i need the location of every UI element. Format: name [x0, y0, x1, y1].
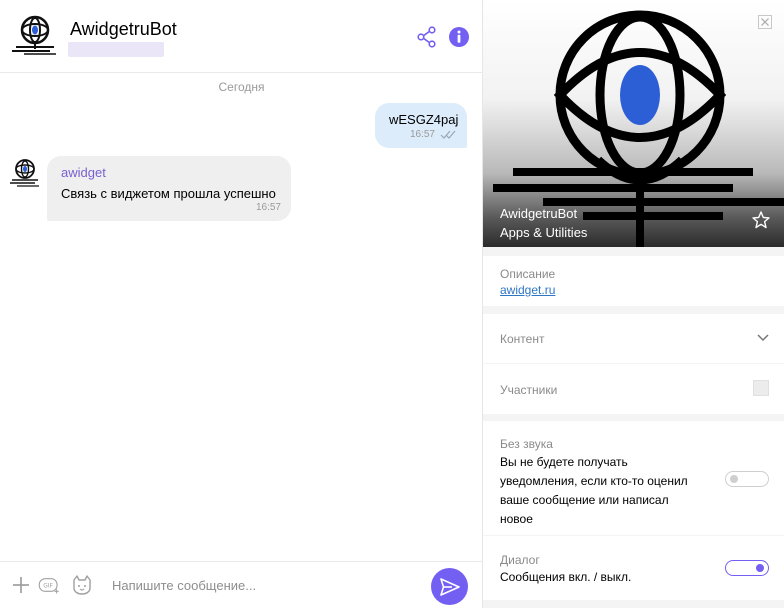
message-time: 16:57: [409, 129, 435, 140]
dialog-section: Диалог Сообщения вкл. / выкл.: [483, 536, 784, 600]
description-link[interactable]: awidget.ru: [500, 283, 555, 297]
mute-description-line: Вы не будете получать: [500, 455, 628, 469]
share-icon[interactable]: [416, 26, 438, 48]
bot-category: Apps & Utilities: [500, 225, 588, 240]
bot-name: AwidgetruBot: [500, 206, 578, 221]
gif-icon[interactable]: GIF: [38, 574, 60, 596]
chevron-down-icon[interactable]: [756, 333, 770, 343]
message-time: 16:57: [255, 202, 281, 213]
description-label: Описание: [500, 267, 556, 281]
mute-toggle[interactable]: [725, 471, 769, 487]
dialog-label: Диалог: [500, 553, 540, 567]
date-divider: Сегодня: [218, 80, 265, 94]
chat-subtitle-redacted: [68, 42, 164, 57]
message-text: Связь с виджетом прошла успешно: [61, 186, 276, 201]
members-section[interactable]: Участники: [483, 364, 784, 414]
close-icon[interactable]: [758, 15, 772, 29]
sender-avatar[interactable]: [8, 158, 40, 188]
star-icon[interactable]: [752, 211, 770, 229]
mute-label: Без звука: [500, 437, 553, 451]
toggle-knob: [756, 564, 764, 572]
bot-cover-image: AwidgetruBot Apps & Utilities: [483, 0, 784, 247]
bot-logo-icon[interactable]: [10, 14, 58, 56]
message-text: wESGZ4paj: [389, 112, 459, 127]
members-checkbox[interactable]: [753, 380, 769, 396]
dialog-description: Сообщения вкл. / выкл.: [500, 570, 632, 584]
send-icon: [440, 578, 460, 596]
svg-text:GIF: GIF: [43, 584, 53, 590]
toggle-knob: [730, 475, 738, 483]
message-input[interactable]: [112, 572, 412, 598]
mute-description-line: уведомления, если кто-то оценил: [500, 474, 688, 488]
outgoing-message[interactable]: wESGZ4paj 16:57: [375, 103, 467, 148]
mute-description: Вы не будете получать уведомления, если …: [500, 453, 688, 529]
send-button[interactable]: [431, 568, 468, 605]
message-composer: GIF: [0, 561, 483, 608]
mute-section: Без звука Вы не будете получать уведомле…: [483, 421, 784, 535]
description-section: Описание awidget.ru: [483, 256, 784, 306]
mute-description-line: новое: [500, 512, 533, 526]
double-check-icon: [440, 130, 456, 139]
sender-name[interactable]: awidget: [61, 165, 106, 180]
sticker-icon[interactable]: [71, 574, 93, 596]
plus-icon[interactable]: [10, 574, 32, 596]
mute-description-line: ваше сообщение или написал: [500, 493, 669, 507]
info-icon[interactable]: [448, 26, 470, 48]
content-section[interactable]: Контент: [483, 314, 784, 363]
viber-app-window: AwidgetruBot Сегодня wESGZ4paj 16:57 awi…: [0, 0, 784, 608]
chat-title[interactable]: AwidgetruBot: [70, 19, 177, 40]
dialog-toggle[interactable]: [725, 560, 769, 576]
content-label: Контент: [500, 332, 545, 346]
info-panel: AwidgetruBot Apps & Utilities Описание a…: [483, 0, 784, 608]
chat-header: AwidgetruBot: [0, 0, 483, 73]
members-label: Участники: [500, 383, 558, 397]
incoming-message[interactable]: awidget Связь с виджетом прошла успешно …: [47, 156, 291, 221]
chat-pane: AwidgetruBot Сегодня wESGZ4paj 16:57 awi…: [0, 0, 483, 608]
